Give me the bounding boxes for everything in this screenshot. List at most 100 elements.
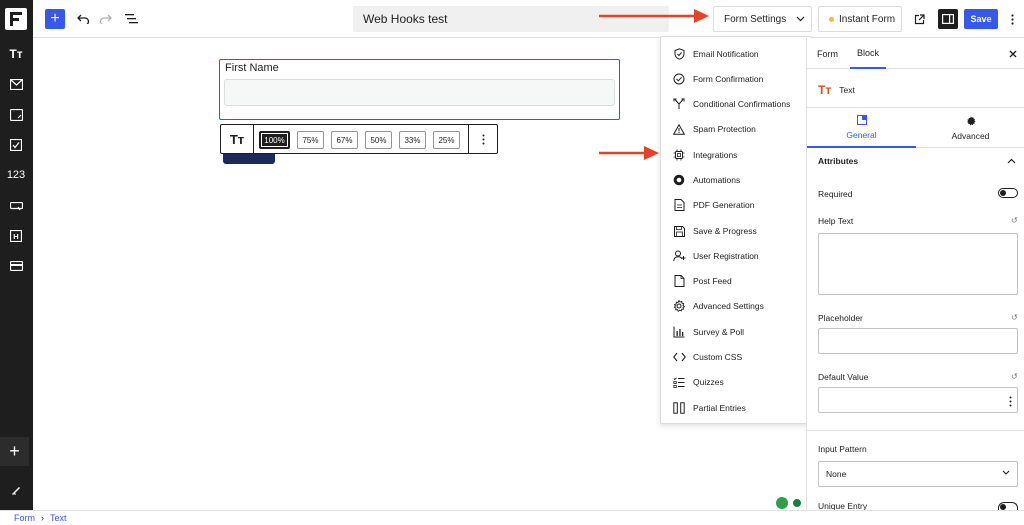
menu-item-label: Custom CSS xyxy=(693,352,743,362)
block-name: Text xyxy=(839,85,855,95)
width-25-button[interactable]: 25% xyxy=(433,131,460,149)
menu-item-conditional-confirmations[interactable]: Conditional Confirmations xyxy=(661,92,813,116)
menu-item-quizzes[interactable]: Quizzes xyxy=(661,370,813,394)
annotation-arrow-icon xyxy=(599,9,709,23)
menu-item-automations[interactable]: Automations xyxy=(661,168,813,192)
menu-item-post-feed[interactable]: Post Feed xyxy=(661,269,813,293)
input-pattern-select[interactable]: None xyxy=(818,461,1018,487)
menu-item-label: User Registration xyxy=(693,251,759,261)
help-text-label: Help Text xyxy=(818,216,854,226)
tab-advanced[interactable]: Advanced xyxy=(916,108,1024,148)
tab-form[interactable]: Form xyxy=(817,38,838,69)
form-settings-button[interactable]: Form Settings xyxy=(713,6,812,32)
settings-panel-toggle-icon[interactable] xyxy=(938,9,958,29)
pencil-icon[interactable] xyxy=(4,478,28,500)
more-options-icon[interactable] xyxy=(1007,9,1017,29)
width-50-button[interactable]: 50% xyxy=(365,131,392,149)
required-label: Required xyxy=(818,189,853,199)
top-toolbar: + Web Hooks test Form Settings Instant F… xyxy=(33,0,1024,38)
input-pattern-value: None xyxy=(826,469,847,479)
breadcrumb-item-text[interactable]: Text xyxy=(50,513,67,523)
menu-item-label: Post Feed xyxy=(693,276,732,286)
annotation-arrow-icon xyxy=(599,146,659,160)
pdf-icon xyxy=(672,198,686,212)
assistant-icon[interactable] xyxy=(791,497,803,509)
menu-item-advanced-settings[interactable]: Advanced Settings xyxy=(661,294,813,318)
tab-general[interactable]: General xyxy=(807,108,916,148)
menu-item-label: Partial Entries xyxy=(693,403,746,413)
block-options-icon[interactable] xyxy=(468,125,498,153)
reset-icon[interactable]: ↺ xyxy=(1011,216,1018,225)
menu-item-integrations[interactable]: Integrations xyxy=(661,143,813,167)
first-name-field-block[interactable]: First Name xyxy=(219,59,620,120)
tab-block[interactable]: Block xyxy=(850,38,887,69)
undo-icon[interactable] xyxy=(73,9,93,29)
first-name-input[interactable] xyxy=(224,79,615,106)
submit-button[interactable] xyxy=(223,154,275,164)
reset-icon[interactable]: ↺ xyxy=(1011,372,1018,381)
close-icon[interactable] xyxy=(1009,47,1017,61)
width-67-button[interactable]: 67% xyxy=(331,131,358,149)
menu-item-custom-css[interactable]: Custom CSS xyxy=(661,345,813,369)
help-text-field[interactable] xyxy=(818,233,1018,295)
payment-card-icon[interactable] xyxy=(4,255,28,277)
external-link-icon[interactable] xyxy=(909,9,929,29)
add-field-button[interactable]: + xyxy=(0,437,29,466)
branch-icon xyxy=(672,97,686,111)
default-value-field[interactable] xyxy=(818,387,1018,413)
sidebar-tabs: Form Block xyxy=(807,38,1024,69)
width-100-button[interactable]: 100% xyxy=(259,131,290,149)
menu-item-label: Save & Progress xyxy=(693,226,757,236)
menu-item-user-registration[interactable]: User Registration xyxy=(661,244,813,268)
redo-icon[interactable] xyxy=(95,9,115,29)
text-type-icon[interactable]: Tт xyxy=(4,43,28,65)
block-inserter-button[interactable]: + xyxy=(45,9,65,29)
placeholder-label: Placeholder xyxy=(818,313,863,323)
button-icon[interactable] xyxy=(4,195,28,217)
list-view-icon[interactable] xyxy=(121,9,141,29)
menu-item-save-progress[interactable]: Save & Progress xyxy=(661,219,813,243)
floppy-icon xyxy=(672,224,686,238)
settings-subtabs: General Advanced xyxy=(807,107,1024,148)
menu-item-label: PDF Generation xyxy=(693,200,755,210)
width-33-button[interactable]: 33% xyxy=(399,131,426,149)
menu-item-spam-protection[interactable]: Spam Protection xyxy=(661,117,813,141)
unique-entry-toggle[interactable] xyxy=(998,502,1018,510)
checkbox-icon[interactable] xyxy=(4,134,28,156)
chevron-down-icon xyxy=(796,14,805,25)
check-circle-icon xyxy=(672,72,686,86)
section-title: Attributes xyxy=(818,156,859,166)
number-icon[interactable]: 123 xyxy=(4,164,28,186)
instant-form-button[interactable]: Instant Form xyxy=(818,6,902,32)
reset-icon[interactable]: ↺ xyxy=(1011,313,1018,322)
chip-icon xyxy=(672,148,686,162)
divider xyxy=(807,430,1024,431)
placeholder-field[interactable] xyxy=(818,328,1018,354)
menu-item-partial-entries[interactable]: Partial Entries xyxy=(661,396,813,420)
mail-icon[interactable] xyxy=(4,73,28,95)
bar-chart-icon xyxy=(672,325,686,339)
attributes-section-header[interactable]: Attributes xyxy=(818,156,1016,166)
textarea-icon[interactable] xyxy=(4,104,28,126)
svg-text:H: H xyxy=(13,232,18,241)
menu-item-label: Advanced Settings xyxy=(693,301,764,311)
menu-item-label: Form Confirmation xyxy=(693,74,764,84)
general-icon xyxy=(856,114,867,127)
gear-icon xyxy=(672,299,686,313)
more-options-icon[interactable] xyxy=(1009,394,1012,412)
text-type-icon[interactable]: Tт xyxy=(221,125,254,153)
instant-form-label: Instant Form xyxy=(839,13,896,25)
menu-item-survey-poll[interactable]: Survey & Poll xyxy=(661,320,813,344)
menu-item-label: Quizzes xyxy=(693,377,724,387)
required-toggle[interactable] xyxy=(998,188,1018,198)
block-width-toolbar: Tт 100% 75% 67% 50% 33% 25% xyxy=(220,124,498,154)
heading-icon[interactable]: H xyxy=(4,225,28,247)
app-logo[interactable] xyxy=(5,8,27,30)
menu-item-form-confirmation[interactable]: Form Confirmation xyxy=(661,67,813,91)
menu-item-pdf-generation[interactable]: PDF Generation xyxy=(661,193,813,217)
breadcrumb-item-form[interactable]: Form xyxy=(14,513,35,523)
save-button[interactable]: Save xyxy=(964,9,998,29)
menu-item-email-notification[interactable]: Email Notification xyxy=(661,42,813,66)
grammarly-icon[interactable] xyxy=(776,497,788,509)
width-75-button[interactable]: 75% xyxy=(297,131,324,149)
